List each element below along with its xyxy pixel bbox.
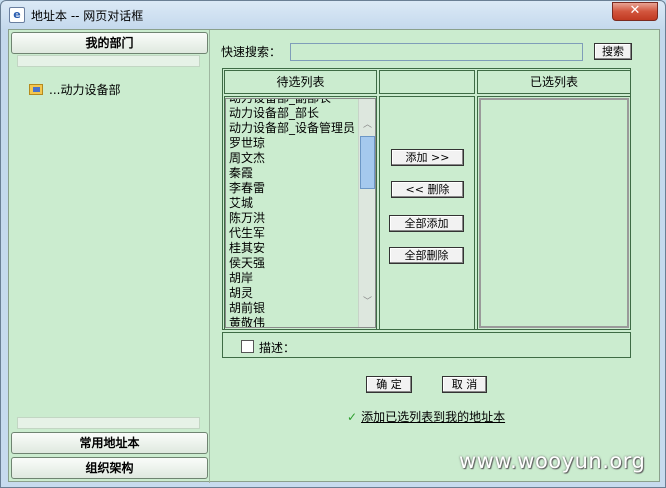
remove-button[interactable]: << 删除 — [391, 181, 464, 198]
add-all-button[interactable]: 全部添加 — [389, 215, 464, 232]
list-item[interactable]: 黄敬伟 — [229, 316, 355, 327]
remove-all-button[interactable]: 全部删除 — [389, 247, 464, 264]
list-item[interactable]: 动力设备部_副部长 — [229, 99, 355, 106]
candidate-header: 待选列表 — [276, 75, 325, 89]
org-structure-button[interactable]: 组织架构 — [11, 457, 208, 479]
selected-header: 已选列表 — [529, 75, 578, 89]
list-item[interactable]: 侯天强 — [229, 256, 355, 271]
watermark: www.wooyun.org — [459, 449, 646, 473]
add-button[interactable]: 添加 >> — [391, 149, 464, 166]
list-item[interactable]: 动力设备部_部长 — [229, 106, 355, 121]
list-item[interactable]: 李春雷 — [229, 181, 355, 196]
search-input[interactable] — [290, 43, 583, 61]
folder-icon — [29, 84, 43, 95]
dialog-body: 我的部门 ...动力设备部 常用地址本 组织架构 快速搜索： 搜索 待选列表 已… — [8, 29, 660, 483]
list-item[interactable]: 胡前银 — [229, 301, 355, 316]
list-item[interactable]: 陈万洪 — [229, 211, 355, 226]
list-item[interactable]: 周文杰 — [229, 151, 355, 166]
window-title: 地址本 -- 网页对话框 — [31, 9, 144, 23]
scroll-down-icon[interactable]: ﹀ — [363, 294, 372, 307]
scroll-up-icon[interactable]: ︿ — [363, 117, 372, 130]
cancel-button[interactable]: 取 消 — [442, 376, 487, 393]
candidate-scrollbar[interactable]: ︿ ﹀ — [358, 99, 375, 327]
selected-header-cell: 已选列表 — [477, 70, 631, 94]
list-item[interactable]: 秦霞 — [229, 166, 355, 181]
close-icon: ✕ — [629, 3, 641, 18]
close-button[interactable]: ✕ — [612, 2, 658, 21]
search-button[interactable]: 搜索 — [594, 43, 632, 60]
my-department-button[interactable]: 我的部门 — [11, 32, 208, 54]
list-item[interactable]: 艾城 — [229, 196, 355, 211]
ie-page-icon: e — [9, 7, 25, 23]
common-address-book-button[interactable]: 常用地址本 — [11, 432, 208, 454]
add-to-address-book-link[interactable]: 添加已选列表到我的地址本 — [361, 410, 505, 424]
list-item[interactable]: 胡灵 — [229, 286, 355, 301]
tree-item-department[interactable]: ...动力设备部 — [29, 81, 120, 98]
list-item[interactable]: 动力设备部_设备管理员 — [229, 121, 355, 136]
check-icon: ✓ — [347, 410, 358, 424]
actions-cell — [379, 96, 475, 330]
candidate-items: 动力设备部_副部长 动力设备部_部长 动力设备部_设备管理员 罗世琼 周文杰 秦霞 李春雷艾… — [229, 99, 355, 327]
list-item[interactable]: 罗世琼 — [229, 136, 355, 151]
title-bar: e 地址本 -- 网页对话框 ✕ — [1, 1, 665, 29]
tree-item-label: ...动力设备部 — [49, 83, 121, 97]
list-item[interactable]: 胡岸 — [229, 271, 355, 286]
add-to-book-row: ✓ 添加已选列表到我的地址本 — [347, 408, 505, 425]
panel-divider — [209, 30, 210, 483]
tree-scrollbar-top[interactable] — [17, 55, 200, 67]
middle-header-cell — [379, 70, 475, 94]
selected-list[interactable] — [479, 98, 629, 328]
list-item[interactable]: 代生军 — [229, 226, 355, 241]
tree-scrollbar-bottom[interactable] — [17, 417, 200, 429]
search-label: 快速搜索： — [221, 45, 282, 59]
confirm-button[interactable]: 确 定 — [366, 376, 412, 393]
description-checkbox[interactable] — [241, 340, 254, 353]
list-item[interactable]: 桂其安 — [229, 241, 355, 256]
candidate-list[interactable]: 动力设备部_副部长 动力设备部_部长 动力设备部_设备管理员 罗世琼 周文杰 秦霞 李春雷艾… — [225, 98, 376, 328]
candidate-header-cell: 待选列表 — [224, 70, 377, 94]
scroll-thumb[interactable] — [360, 136, 375, 189]
dialog-window: e 地址本 -- 网页对话框 ✕ 我的部门 ...动力设备部 常用地址本 组织架… — [0, 0, 666, 488]
description-label: 描述： — [259, 341, 296, 355]
